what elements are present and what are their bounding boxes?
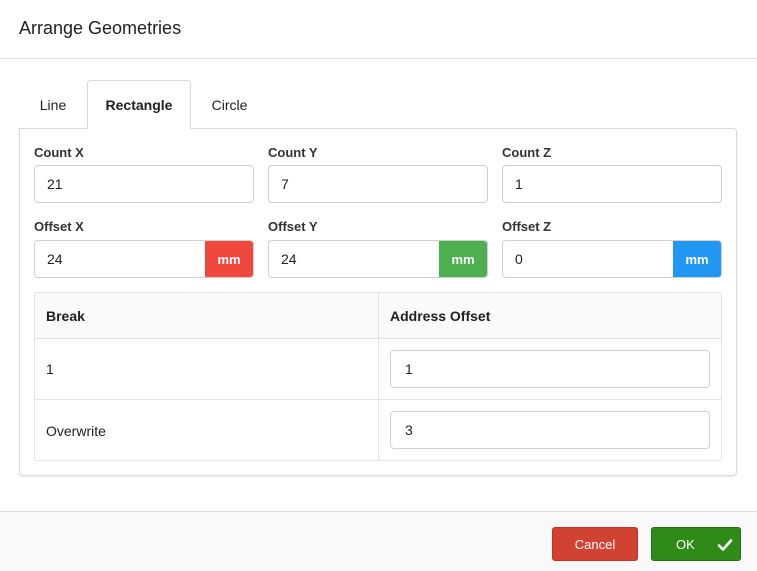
table-row: Overwrite 3 [35, 400, 721, 460]
address-offset-input[interactable]: 3 [390, 411, 710, 449]
offset-y-unit-button[interactable]: mm [439, 241, 487, 277]
count-z-input[interactable]: 1 [502, 165, 722, 203]
count-y-input[interactable]: 7 [268, 165, 488, 203]
table-header: Break Address Offset [35, 293, 721, 339]
tab-bar: Line Rectangle Circle [19, 80, 737, 129]
dialog-title: Arrange Geometries [19, 18, 182, 38]
dialog-footer: Cancel OK [0, 511, 757, 571]
column-divider [378, 293, 379, 338]
check-icon [717, 539, 733, 551]
tab-line[interactable]: Line [19, 80, 87, 129]
offset-x-group: 24 mm [34, 240, 254, 278]
tab-circle[interactable]: Circle [191, 80, 268, 129]
offset-x-input[interactable]: 24 [35, 241, 205, 277]
offset-y-group: 24 mm [268, 240, 488, 278]
break-cell: 1 [46, 361, 54, 377]
offset-y-label: Offset Y [268, 219, 318, 234]
header-break: Break [46, 308, 85, 324]
column-divider [378, 400, 379, 460]
offset-z-input[interactable]: 0 [503, 241, 673, 277]
ok-button-label: OK [676, 536, 695, 552]
break-cell: Overwrite [46, 422, 106, 439]
table-row: 1 1 [35, 339, 721, 400]
count-z-label: Count Z [502, 145, 552, 160]
offset-z-group: 0 mm [502, 240, 722, 278]
offset-z-label: Offset Z [502, 219, 552, 234]
dialog-header: Arrange Geometries [0, 0, 757, 59]
count-y-label: Count Y [268, 145, 318, 160]
offset-z-unit-button[interactable]: mm [673, 241, 721, 277]
cancel-button[interactable]: Cancel [552, 527, 638, 561]
offset-y-input[interactable]: 24 [269, 241, 439, 277]
offset-x-label: Offset X [34, 219, 84, 234]
count-x-label: Count X [34, 145, 84, 160]
tab-rectangle[interactable]: Rectangle [87, 80, 191, 129]
rectangle-panel: Count X 21 Count Y 7 Count Z 1 Offset X … [19, 128, 737, 476]
ok-button[interactable]: OK [651, 527, 741, 561]
count-x-input[interactable]: 21 [34, 165, 254, 203]
offset-x-unit-button[interactable]: mm [205, 241, 253, 277]
break-table: Break Address Offset 1 1 Overwrite 3 [34, 292, 722, 461]
address-offset-input[interactable]: 1 [390, 350, 710, 388]
header-address-offset: Address Offset [390, 308, 491, 324]
column-divider [378, 339, 379, 399]
